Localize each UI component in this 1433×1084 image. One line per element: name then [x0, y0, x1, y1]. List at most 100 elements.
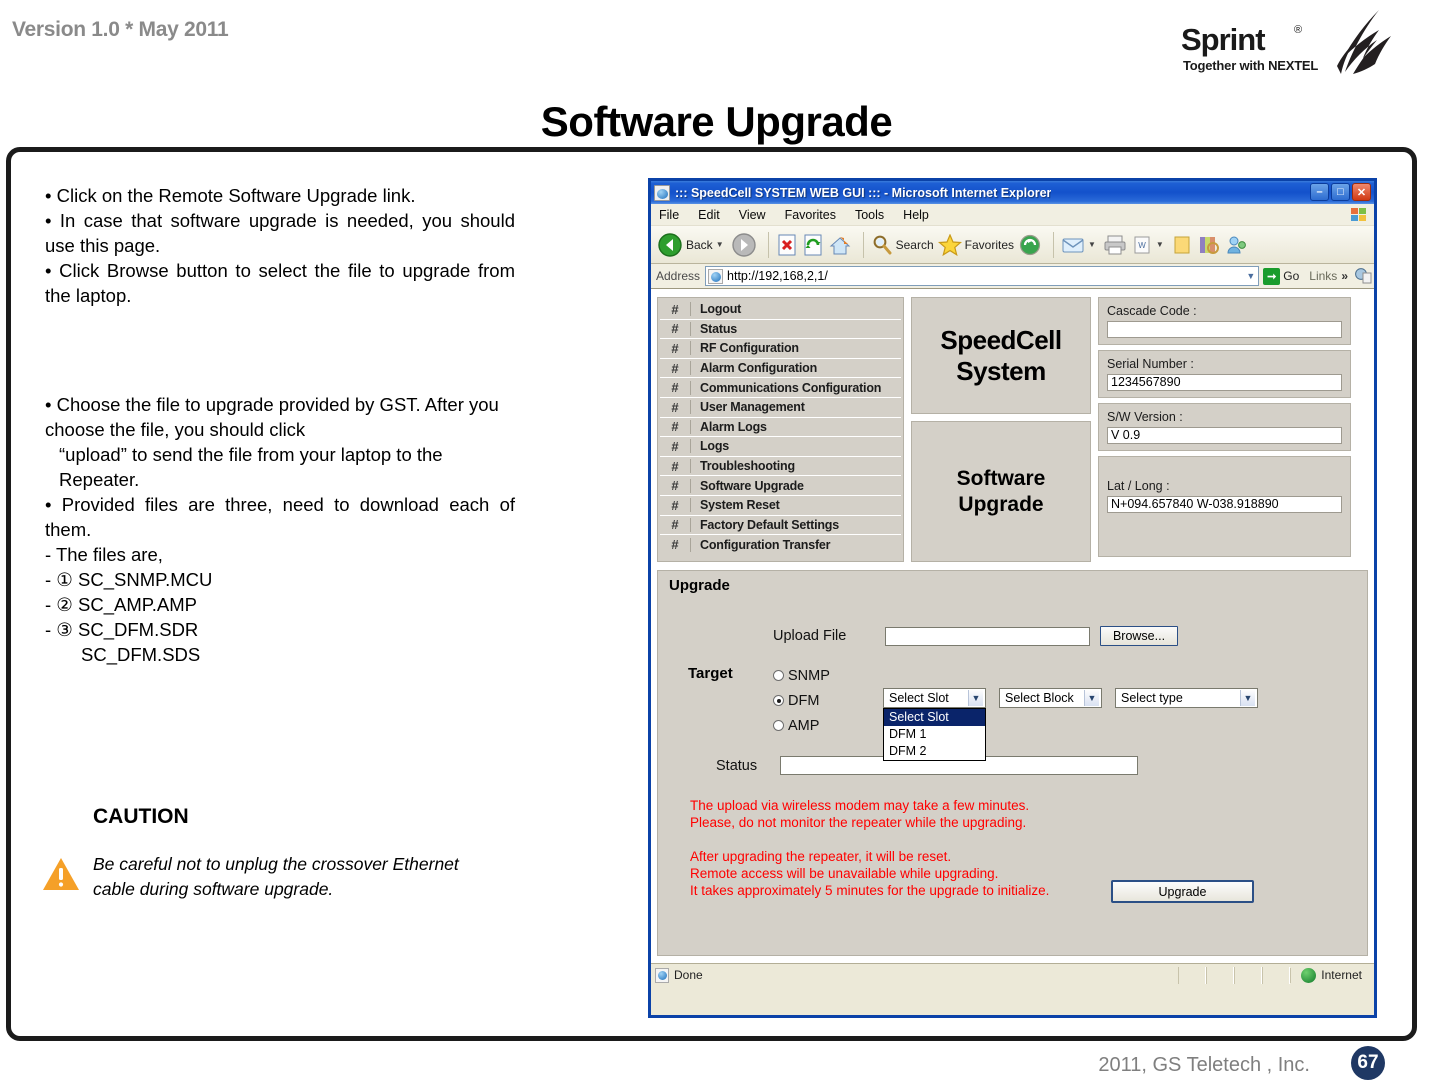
sidebar-item-alarm-logs[interactable]: # Alarm Logs — [660, 417, 901, 438]
radio-option-dfm[interactable]: DFM — [773, 688, 883, 713]
lat-long-group: Lat / Long : N+094.657840 W-038.918890 — [1098, 456, 1351, 557]
browser-titlebar: ::: SpeedCell SYSTEM WEB GUI ::: - Micro… — [651, 181, 1374, 204]
option-dfm-2[interactable]: DFM 2 — [884, 743, 985, 760]
browser-addressbar: Address http://192,168,2,1/ ▼ ➞ Go Links… — [651, 264, 1374, 289]
radio-option-amp[interactable]: AMP — [773, 713, 883, 738]
upgrade-button[interactable]: Upgrade — [1111, 880, 1254, 903]
messenger-button[interactable] — [1225, 234, 1249, 256]
nav-label: Logs — [690, 439, 901, 454]
back-icon — [658, 232, 682, 257]
links-label[interactable]: Links — [1309, 269, 1337, 283]
menu-item-favorites[interactable]: Favorites — [785, 208, 836, 222]
option-select-slot[interactable]: Select Slot — [884, 709, 985, 726]
sidebar-item-logout[interactable]: # Logout — [660, 300, 901, 320]
notes-button[interactable] — [1171, 234, 1193, 256]
sidebar-item-status[interactable]: # Status — [660, 319, 901, 340]
warning-line-2: Please, do not monitor the repeater whil… — [690, 815, 1027, 830]
back-dropdown-icon[interactable]: ▼ — [716, 240, 724, 249]
favorites-button[interactable]: Favorites — [937, 233, 1014, 256]
select-type-value: Select type — [1121, 691, 1183, 705]
lat-long-field[interactable]: N+094.657840 W-038.918890 — [1107, 496, 1342, 513]
select-type-dropdown[interactable]: Select type ▼ — [1115, 688, 1258, 708]
sidebar-item-logs[interactable]: # Logs — [660, 437, 901, 457]
upload-file-input[interactable] — [885, 626, 1090, 646]
sprint-logo: Sprint ® Together with NEXTEL — [1143, 8, 1393, 78]
address-label: Address — [656, 269, 701, 283]
mail-button[interactable]: ▼ — [1061, 234, 1099, 256]
status-page-icon — [655, 967, 669, 983]
windows-flag-icon — [1351, 208, 1366, 221]
home-button[interactable] — [828, 233, 852, 257]
address-page-icon — [708, 268, 724, 284]
caution-heading: CAUTION — [93, 805, 189, 828]
mail-dropdown-icon[interactable]: ▼ — [1088, 240, 1096, 249]
browse-button[interactable]: Browse... — [1100, 626, 1178, 646]
serial-number-field[interactable]: 1234567890 — [1107, 374, 1342, 391]
file-item-3: - ③ SC_DFM.SDR — [45, 619, 199, 640]
menu-item-edit[interactable]: Edit — [698, 208, 720, 222]
close-button[interactable]: ✕ — [1352, 183, 1371, 201]
search-button[interactable]: Search — [871, 234, 934, 256]
nav-label: Alarm Logs — [690, 419, 901, 434]
menu-item-tools[interactable]: Tools — [855, 208, 884, 222]
forward-button[interactable] — [731, 232, 757, 258]
center-panel: SpeedCell System Software Upgrade — [911, 297, 1091, 562]
sidebar-item-software-upgrade[interactable]: # Software Upgrade — [660, 476, 901, 496]
back-button[interactable]: Back ▼ — [657, 232, 727, 258]
customize-icon[interactable] — [1354, 267, 1374, 285]
links-chevron-icon[interactable]: » — [1341, 269, 1348, 283]
menu-item-view[interactable]: View — [739, 208, 766, 222]
security-zone[interactable]: Internet — [1290, 967, 1374, 983]
brand-title: SpeedCell System — [911, 297, 1091, 414]
serial-number-label: Serial Number : — [1107, 357, 1194, 371]
cascade-code-label: Cascade Code : — [1107, 304, 1197, 318]
device-info-panel: Cascade Code : Serial Number : 123456789… — [1098, 297, 1351, 562]
maximize-button[interactable]: □ — [1331, 183, 1350, 201]
upgrade-form: Upload File Browse... Target SNMP DFM AM… — [658, 626, 1367, 903]
files-intro: - The files are, — [45, 544, 163, 565]
sidebar-item-factory-default-settings[interactable]: # Factory Default Settings — [660, 515, 901, 536]
sidebar-item-alarm-configuration[interactable]: # Alarm Configuration — [660, 358, 901, 379]
sidebar-item-user-management[interactable]: # User Management — [660, 397, 901, 418]
statusbar-cell — [1234, 966, 1263, 984]
edit-button[interactable]: W ▼ — [1131, 234, 1167, 256]
radio-option-snmp[interactable]: SNMP — [773, 663, 883, 688]
sw-version-label: S/W Version : — [1107, 410, 1183, 424]
favorites-label: Favorites — [964, 237, 1014, 252]
nav-label: User Management — [690, 400, 901, 415]
refresh-button[interactable] — [802, 233, 824, 257]
sidebar-item-rf-configuration[interactable]: # RF Configuration — [660, 339, 901, 359]
stop-button[interactable] — [776, 233, 798, 257]
sidebar-item-troubleshooting[interactable]: # Troubleshooting — [660, 456, 901, 477]
sw-version-field[interactable]: V 0.9 — [1107, 427, 1342, 444]
status-label: Status — [716, 757, 758, 774]
sidebar-item-configuration-transfer[interactable]: # Configuration Transfer — [660, 535, 901, 555]
cascade-code-field[interactable] — [1107, 321, 1342, 338]
file-item-1: - ① SC_SNMP.MCU — [45, 569, 213, 590]
research-button[interactable] — [1197, 234, 1221, 256]
sidebar-item-communications-configuration[interactable]: # Communications Configuration — [660, 378, 901, 398]
address-dropdown-icon[interactable]: ▼ — [1246, 271, 1255, 281]
bullet-4: • Choose the file to upgrade provided by… — [45, 394, 499, 440]
nav-bullet-icon: # — [671, 419, 679, 435]
sidebar-item-system-reset[interactable]: # System Reset — [660, 495, 901, 516]
toolbar-divider — [767, 231, 769, 258]
minimize-button[interactable]: – — [1310, 183, 1329, 201]
select-slot-dropdown[interactable]: Select Slot ▼ — [883, 688, 986, 708]
warning-line-4: Remote access will be unavailable while … — [690, 866, 999, 881]
select-slot-options-list[interactable]: Select Slot DFM 1 DFM 2 — [883, 708, 986, 761]
history-button[interactable] — [1018, 233, 1042, 257]
address-input[interactable]: http://192,168,2,1/ ▼ — [705, 266, 1260, 286]
print-button[interactable] — [1103, 234, 1127, 256]
edit-dropdown-icon[interactable]: ▼ — [1156, 240, 1164, 249]
menu-item-file[interactable]: File — [659, 208, 679, 222]
select-block-dropdown[interactable]: Select Block ▼ — [999, 688, 1102, 708]
menu-item-help[interactable]: Help — [903, 208, 929, 222]
search-label: Search — [895, 237, 934, 252]
go-button[interactable]: ➞ Go — [1263, 267, 1299, 285]
forward-icon — [731, 232, 756, 257]
caution-text: Be careful not to unplug the crossover E… — [93, 854, 459, 899]
status-text: Done — [674, 968, 703, 982]
option-dfm-1[interactable]: DFM 1 — [884, 726, 985, 743]
window-controls: – □ ✕ — [1310, 183, 1371, 201]
